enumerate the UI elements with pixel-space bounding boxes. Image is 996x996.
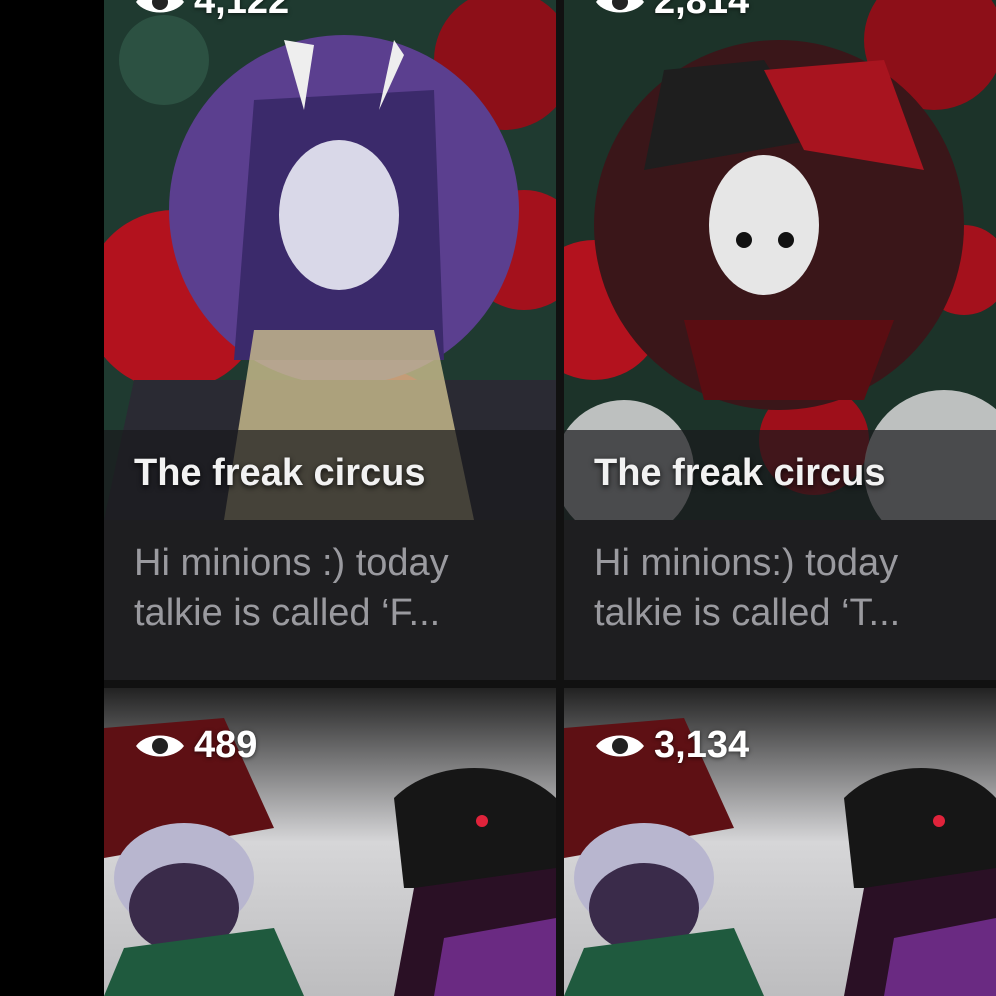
view-count: 2,814 <box>594 0 749 23</box>
description-panel: Hi minions :) today talkie is called ‘F.… <box>104 520 556 680</box>
description-panel: Hi minions:) today talkie is called ‘T..… <box>564 520 996 680</box>
view-count-value: 3,134 <box>654 724 750 766</box>
view-count: 4,122 <box>134 0 289 23</box>
eye-icon <box>596 735 644 756</box>
view-count: 3,134 <box>594 724 749 767</box>
eye-icon <box>136 0 184 12</box>
card-title: The freak circus <box>594 452 886 494</box>
description-line-2: talkie is called ‘F... <box>134 592 441 634</box>
description-line-1: Hi minions :) today <box>134 542 449 584</box>
talkie-card-3[interactable]: 489 <box>104 688 556 996</box>
view-count-value: 4,122 <box>194 0 290 22</box>
row-divider <box>104 680 996 688</box>
card-title: The freak circus <box>134 452 426 494</box>
eye-icon <box>596 0 644 12</box>
talkie-card-4[interactable]: 3,134 <box>564 688 996 996</box>
eye-icon <box>136 735 184 756</box>
view-count-value: 2,814 <box>654 0 750 22</box>
description-line-2: talkie is called ‘T... <box>594 592 901 634</box>
description-line-1: Hi minions:) today <box>594 542 899 584</box>
talkie-card-1[interactable]: 4,122 The freak circus Hi minions :) tod… <box>104 0 556 680</box>
column-divider <box>556 0 564 996</box>
view-count-value: 489 <box>194 724 258 766</box>
view-count: 489 <box>134 724 257 767</box>
left-gutter <box>0 0 104 996</box>
talkie-card-2[interactable]: 2,814 The freak circus Hi minions:) toda… <box>564 0 996 680</box>
